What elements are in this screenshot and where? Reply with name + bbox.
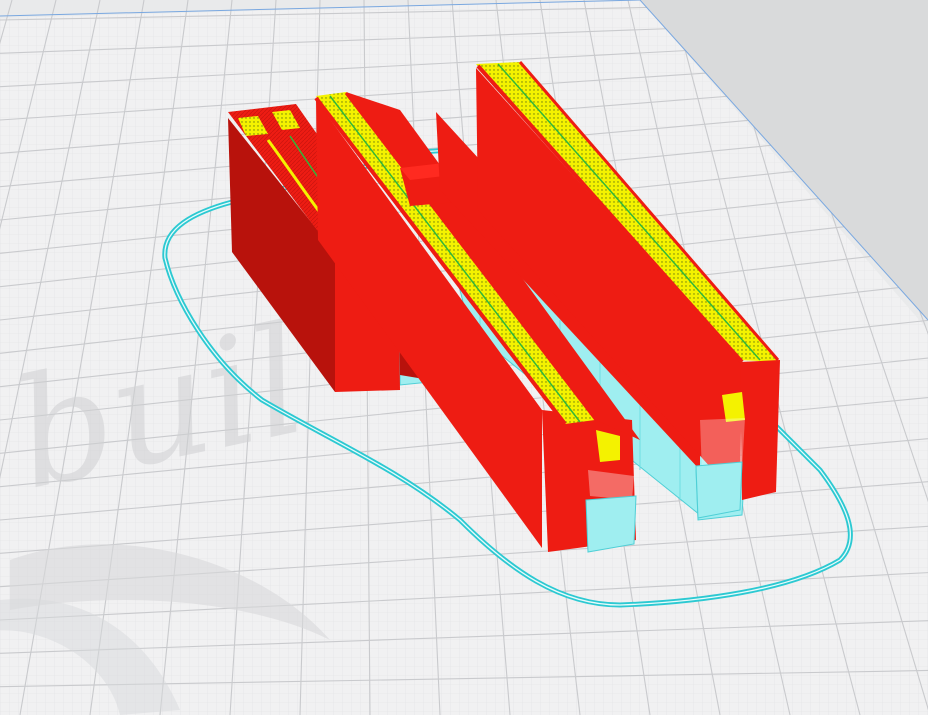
part-base xyxy=(585,495,637,553)
print-scene: buil xyxy=(0,0,928,715)
3d-viewport[interactable]: buil xyxy=(0,0,928,715)
right-part-front-face xyxy=(740,360,780,500)
right-part-slot xyxy=(722,392,745,422)
part-base xyxy=(695,461,743,519)
